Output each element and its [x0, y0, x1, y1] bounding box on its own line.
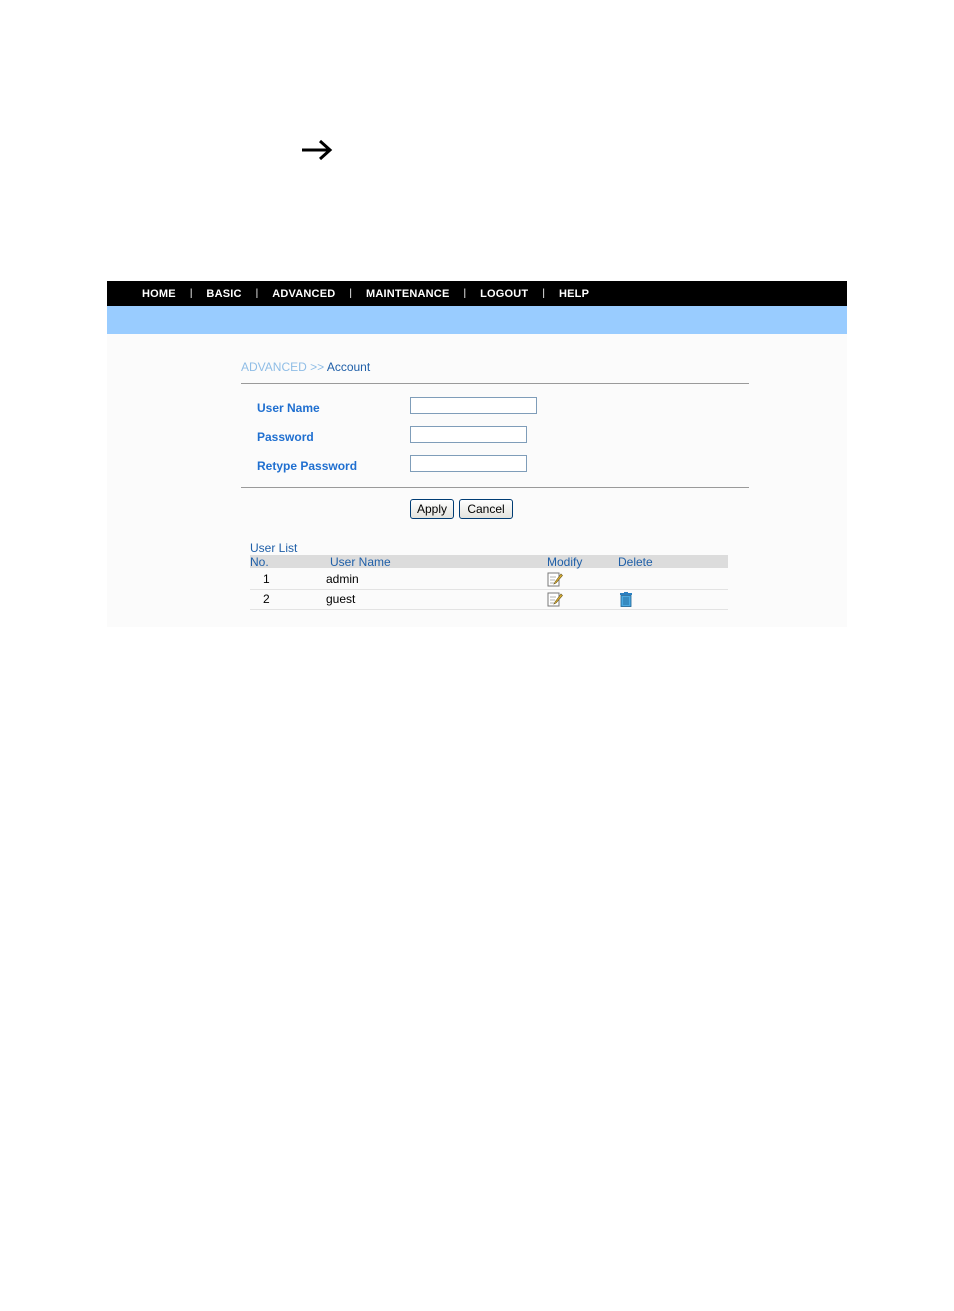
router-config-panel: HOME | BASIC | ADVANCED | MAINTENANCE | …: [107, 281, 847, 627]
nav-basic[interactable]: BASIC: [206, 288, 241, 300]
nav-separator: |: [255, 288, 259, 299]
breadcrumb-parent[interactable]: ADVANCED: [241, 360, 307, 374]
trash-icon[interactable]: [619, 592, 633, 607]
table-row: 2 guest: [250, 589, 728, 610]
nav-maintenance[interactable]: MAINTENANCE: [366, 288, 449, 300]
nav-separator: |: [542, 288, 545, 299]
password-label: Password: [257, 430, 314, 444]
divider-bottom: [241, 487, 749, 488]
right-arrow-icon: [302, 139, 333, 161]
edit-icon[interactable]: [547, 572, 563, 587]
header-delete: Delete: [618, 555, 653, 569]
user-list-title: User List: [250, 541, 298, 555]
top-navigation: HOME | BASIC | ADVANCED | MAINTENANCE | …: [107, 281, 847, 306]
nav-advanced[interactable]: ADVANCED: [272, 288, 335, 300]
user-name-label: User Name: [257, 401, 320, 415]
breadcrumb-separator: >>: [310, 360, 325, 374]
nav-separator: |: [349, 288, 352, 299]
row-user-name: admin: [326, 572, 359, 586]
breadcrumb-current: Account: [326, 360, 371, 374]
nav-logout[interactable]: LOGOUT: [480, 288, 528, 300]
header-user-name: User Name: [330, 555, 391, 569]
nav-separator: |: [189, 288, 193, 299]
user-name-input[interactable]: [410, 397, 537, 414]
edit-icon[interactable]: [547, 592, 563, 607]
row-no: 2: [263, 592, 270, 606]
sub-header-bar: [107, 306, 847, 334]
retype-password-input[interactable]: [410, 455, 527, 472]
row-no: 1: [263, 572, 270, 586]
breadcrumb: ADVANCED >> Account: [241, 360, 370, 374]
row-user-name: guest: [326, 592, 356, 606]
divider-top: [241, 383, 749, 384]
table-row: 1 admin: [250, 569, 728, 590]
apply-button[interactable]: Apply: [410, 499, 454, 519]
header-modify: Modify: [547, 555, 583, 569]
cancel-button[interactable]: Cancel: [459, 499, 513, 519]
user-list-header: No. User Name Modify Delete: [250, 555, 728, 569]
password-input[interactable]: [410, 426, 527, 443]
nav-help[interactable]: HELP: [559, 288, 589, 300]
nav-home[interactable]: HOME: [142, 288, 176, 300]
nav-separator: |: [463, 288, 467, 299]
header-no: No.: [250, 555, 269, 569]
retype-password-label: Retype Password: [257, 459, 358, 473]
